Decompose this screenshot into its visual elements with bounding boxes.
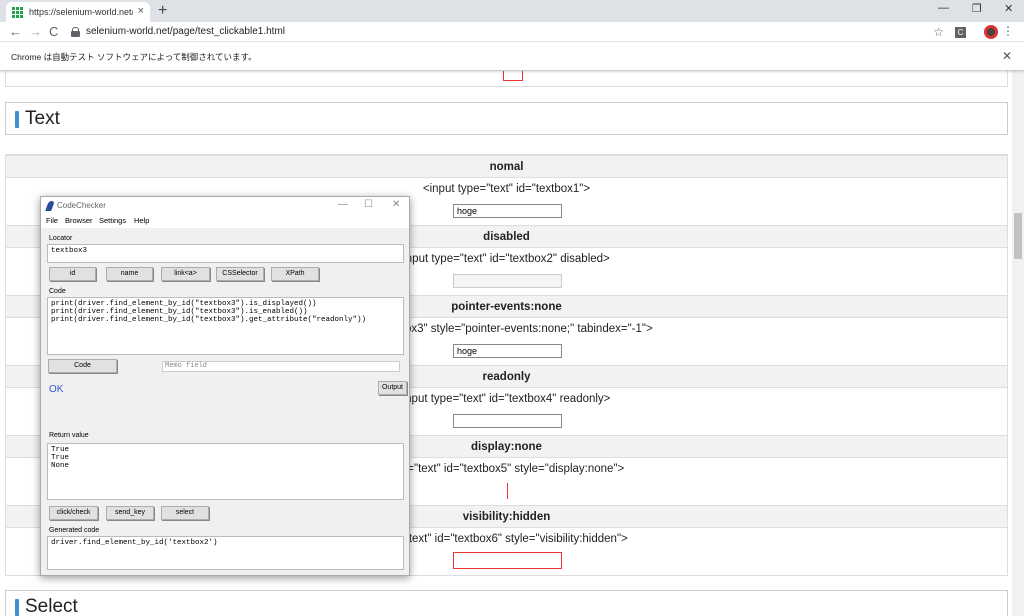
- window-close-button[interactable]: ✕: [392, 199, 400, 210]
- infobar-close-icon[interactable]: ✕: [1002, 49, 1012, 63]
- textbox3-input: [453, 344, 562, 358]
- row-code: <input type="text" id="textbox1">: [422, 183, 591, 195]
- textbox2-input: [453, 274, 562, 288]
- menu-settings[interactable]: Settings: [99, 216, 126, 225]
- restore-button[interactable]: ❐: [972, 2, 982, 15]
- window-minimize-button[interactable]: —: [338, 199, 348, 210]
- infobar-text: Chrome は自動テスト ソフトウェアによって制御されています。: [11, 52, 257, 62]
- site-favicon-icon: [12, 6, 23, 18]
- codechecker-window: CodeChecker — ☐ ✕ File Browser Settings …: [40, 196, 410, 576]
- locator-input[interactable]: textbox3: [47, 244, 404, 263]
- menu-file[interactable]: File: [46, 216, 58, 225]
- browser-toolbar: ← → C selenium-world.net/page/test_click…: [0, 22, 1024, 42]
- reload-button[interactable]: C: [49, 24, 58, 39]
- memo-field[interactable]: Memo field: [162, 361, 400, 372]
- scrollbar-thumb[interactable]: [1014, 213, 1022, 259]
- profile-avatar[interactable]: [984, 25, 998, 39]
- hidden-element-marker: [507, 483, 508, 499]
- extension-icon[interactable]: C: [955, 27, 966, 38]
- previous-section-box: [5, 71, 1008, 87]
- generated-code-label: Generated code: [49, 527, 100, 534]
- menu-help[interactable]: Help: [134, 216, 149, 225]
- send-key-button[interactable]: send_key: [106, 506, 154, 520]
- textbox1-input[interactable]: [453, 204, 562, 218]
- red-outline-element: [503, 71, 523, 81]
- browser-menu-icon[interactable]: ⋮: [1002, 24, 1014, 38]
- back-button[interactable]: ←: [9, 24, 22, 39]
- section-title: Text: [25, 108, 60, 129]
- cssselector-button[interactable]: CSSelector: [216, 267, 264, 281]
- section-select: Select: [5, 590, 1008, 616]
- menu-browser[interactable]: Browser: [65, 216, 93, 225]
- id-button[interactable]: id: [49, 267, 96, 281]
- page-scrollbar[interactable]: [1012, 71, 1024, 616]
- return-value-textarea[interactable]: True True None: [47, 443, 404, 500]
- section-accent-bar: [15, 111, 19, 128]
- code-label: Code: [49, 288, 66, 295]
- click-check-button[interactable]: click/check: [49, 506, 98, 520]
- bookmark-star-icon[interactable]: ☆: [933, 25, 944, 39]
- row-header: nomal: [6, 155, 1007, 178]
- new-tab-button[interactable]: +: [158, 2, 167, 20]
- section-accent-bar: [15, 599, 19, 616]
- locator-label: Locator: [49, 235, 73, 242]
- forward-button[interactable]: →: [29, 24, 42, 39]
- select-button[interactable]: select: [161, 506, 209, 520]
- tab-title: https://selenium-world.net/page/t: [29, 7, 133, 17]
- window-title: CodeChecker: [57, 201, 106, 210]
- xpath-button[interactable]: XPath: [271, 267, 319, 281]
- window-maximize-button[interactable]: ☐: [364, 199, 373, 210]
- tab-close-icon[interactable]: ×: [138, 5, 144, 17]
- generated-code-textarea[interactable]: driver.find_element_by_id('textbox2'): [47, 536, 404, 570]
- status-text: OK: [49, 384, 64, 395]
- window-titlebar: CodeChecker — ☐ ✕: [41, 197, 409, 215]
- link-button[interactable]: link<a>: [161, 267, 210, 281]
- name-button[interactable]: name: [106, 267, 153, 281]
- feather-icon: [45, 201, 55, 211]
- hidden-element-marker: [453, 552, 562, 569]
- close-window-button[interactable]: ✕: [1004, 2, 1013, 15]
- address-bar[interactable]: selenium-world.net/page/test_clickable1.…: [86, 26, 285, 37]
- textbox4-input[interactable]: [453, 414, 562, 428]
- code-button[interactable]: Code: [48, 359, 117, 373]
- lock-icon: [71, 27, 80, 37]
- tab-strip: https://selenium-world.net/page/t × + — …: [0, 0, 1024, 22]
- code-textarea[interactable]: print(driver.find_element_by_id("textbox…: [47, 297, 404, 355]
- browser-tab[interactable]: https://selenium-world.net/page/t ×: [6, 2, 150, 22]
- return-value-label: Return value: [49, 432, 89, 439]
- minimize-button[interactable]: —: [938, 2, 949, 14]
- window-menubar: File Browser Settings Help: [41, 215, 409, 228]
- output-button[interactable]: Output: [378, 381, 407, 395]
- section-text: Text: [5, 102, 1008, 135]
- automation-infobar: Chrome は自動テスト ソフトウェアによって制御されています。 ✕: [0, 43, 1024, 71]
- section-title: Select: [25, 596, 78, 616]
